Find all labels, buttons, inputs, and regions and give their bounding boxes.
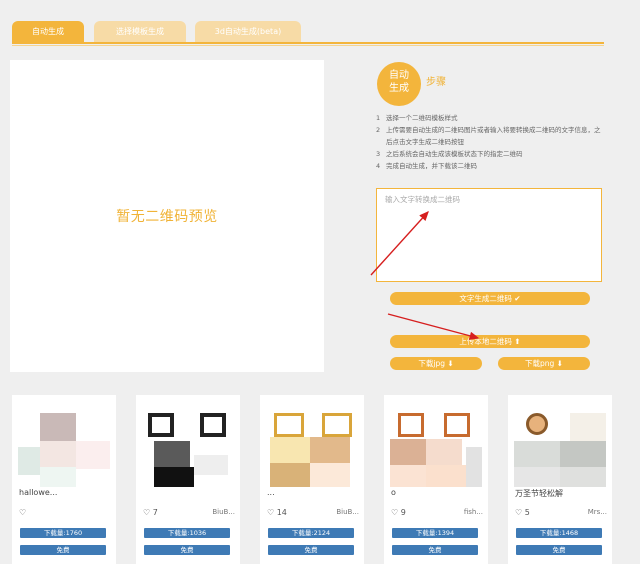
template-gallery: hallowe... ♡ 下载量:1760 免费 ♡ 7 BiuB... 下载量… <box>12 395 617 564</box>
card-author: Mrs... <box>587 508 607 516</box>
template-card[interactable]: 万圣节轻松解 ♡ 5 Mrs... 下载量:1468 免费 <box>508 395 612 564</box>
download-count-badge: 下载量:1468 <box>516 528 602 538</box>
card-title: hallowe... <box>19 488 58 497</box>
like-count: 9 <box>400 508 406 517</box>
card-author: BiuB... <box>336 508 359 516</box>
template-thumbnail <box>266 407 358 487</box>
card-title: ... <box>267 488 275 497</box>
download-count-badge: 下载量:1760 <box>20 528 106 538</box>
like-icon[interactable]: ♡ 9 <box>391 508 406 517</box>
download-count-badge: 下载量:2124 <box>268 528 354 538</box>
template-thumbnail <box>18 407 110 487</box>
arrow-to-upload <box>387 313 480 340</box>
download-count-badge: 下载量:1036 <box>144 528 230 538</box>
free-button[interactable]: 免费 <box>20 545 106 555</box>
template-card[interactable]: ... ♡ 14 BiuB... 下载量:2124 免费 <box>260 395 364 564</box>
template-card[interactable]: o ♡ 9 fish... 下载量:1394 免费 <box>384 395 488 564</box>
like-icon[interactable]: ♡ 14 <box>267 508 287 517</box>
download-count-badge: 下载量:1394 <box>392 528 478 538</box>
like-count: 14 <box>276 508 287 517</box>
template-thumbnail <box>514 407 606 487</box>
free-button[interactable]: 免费 <box>268 545 354 555</box>
like-icon[interactable]: ♡ 5 <box>515 508 530 517</box>
like-icon[interactable]: ♡ <box>19 508 26 517</box>
like-count: 5 <box>524 508 530 517</box>
template-thumbnail <box>142 407 234 487</box>
free-button[interactable]: 免费 <box>144 545 230 555</box>
like-count: 7 <box>152 508 158 517</box>
template-card[interactable]: ♡ 7 BiuB... 下载量:1036 免费 <box>136 395 240 564</box>
free-button[interactable]: 免费 <box>516 545 602 555</box>
card-title: o <box>391 488 396 497</box>
arrow-to-input <box>370 210 429 276</box>
like-icon[interactable]: ♡ 7 <box>143 508 158 517</box>
template-card[interactable]: hallowe... ♡ 下载量:1760 免费 <box>12 395 116 564</box>
card-author: fish... <box>463 508 483 516</box>
template-thumbnail <box>390 407 482 487</box>
card-author: BiuB... <box>212 508 235 516</box>
card-title: 万圣节轻松解 <box>515 489 563 498</box>
free-button[interactable]: 免费 <box>392 545 478 555</box>
